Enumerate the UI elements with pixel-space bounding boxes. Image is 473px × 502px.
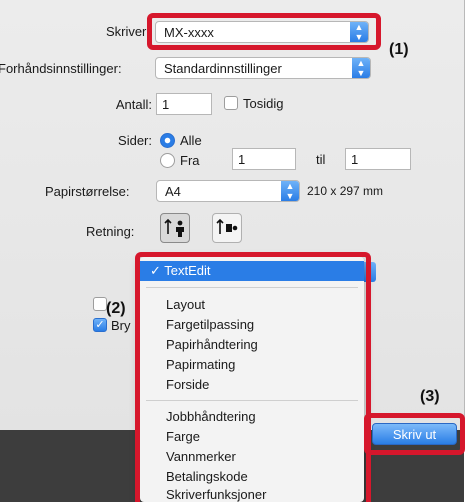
highlight-box-print [364,413,465,455]
copies-label: Antall: [115,97,152,112]
presets-select[interactable]: Standardinnstillinger ▲ ▼ [155,57,371,79]
paper-size-select[interactable]: A4 ▲ ▼ [156,180,300,202]
two-sided-checkbox[interactable] [224,96,238,110]
hidden-checkbox-label: Bry [111,318,131,333]
orientation-landscape-button[interactable] [212,213,242,243]
chevron-updown-icon: ▲ ▼ [281,181,299,201]
callout-1: (1) [389,41,409,58]
callout-2: (2) [106,300,126,317]
pages-to-label: til [316,152,326,167]
pages-from-input[interactable]: 1 [232,148,296,170]
highlight-box-printer [147,13,381,50]
portrait-person-icon [164,218,184,237]
copies-input[interactable]: 1 [156,93,212,115]
pages-from-radio[interactable] [160,153,175,168]
pages-all-radio[interactable] [160,133,175,148]
paper-dimensions: 210 x 297 mm [307,184,384,198]
paper-size-label: Papirstørrelse: [45,184,130,199]
pages-label: Sider: [118,133,152,148]
hidden-checkbox[interactable] [93,297,107,311]
page-margin [465,0,473,502]
pages-all-label: Alle [180,133,202,148]
hidden-checked-checkbox[interactable]: ✓ [93,318,107,332]
chevron-updown-icon: ▲ ▼ [352,58,370,78]
two-sided-label: Tosidig [243,96,284,111]
highlight-box-menu [135,252,371,502]
landscape-person-icon [216,218,238,234]
printer-label: Skriver: [105,24,150,39]
presets-value: Standardinnstillinger [164,61,282,76]
pages-from-label: Fra [180,153,200,168]
orientation-label: Retning: [86,224,135,239]
paper-size-value: A4 [165,184,181,199]
pages-to-input[interactable]: 1 [345,148,411,170]
presets-label: Forhåndsinnstillinger: [0,61,122,76]
callout-3: (3) [420,388,440,405]
orientation-portrait-button[interactable] [160,213,190,243]
